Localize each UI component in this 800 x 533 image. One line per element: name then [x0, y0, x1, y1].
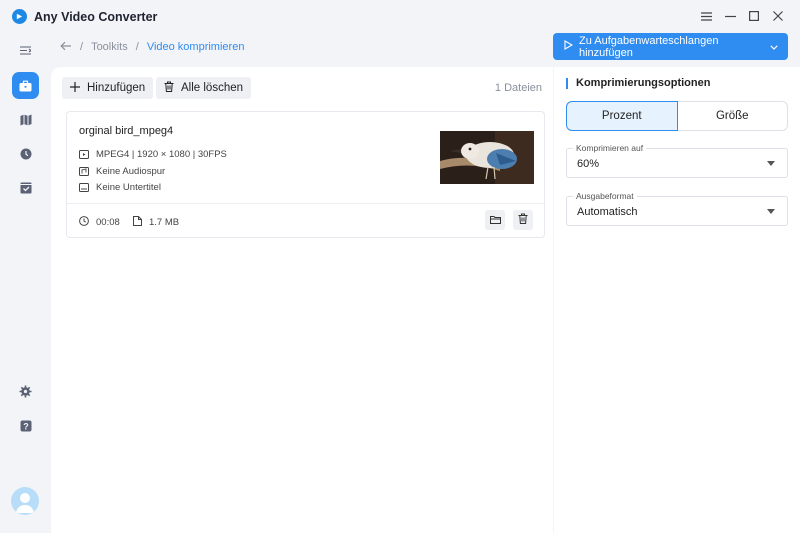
subtitle-info-text: Keine Untertitel	[96, 182, 161, 193]
app-title: Any Video Converter	[34, 10, 158, 24]
dropdown-caret-icon	[767, 161, 775, 166]
window-controls	[698, 8, 786, 24]
audio-icon	[79, 167, 89, 177]
subtitle-info: Keine Untertitel	[79, 182, 161, 193]
duration: 00:08	[79, 216, 120, 229]
file-count: 1 Dateien	[494, 82, 542, 94]
collapse-sidebar-icon[interactable]	[12, 37, 39, 64]
video-info: MPEG4 | 1920 × 1080 | 30FPS	[79, 149, 227, 160]
output-format-value: Automatisch	[577, 206, 638, 218]
add-files-button[interactable]: Hinzufügen	[62, 77, 154, 99]
dropdown-caret-icon	[767, 209, 775, 214]
duration-text: 00:08	[96, 217, 120, 228]
file-size-text: 1.7 MB	[149, 217, 180, 228]
minimize-icon[interactable]	[722, 8, 738, 24]
audio-info-text: Keine Audiospur	[96, 166, 166, 177]
back-arrow-icon[interactable]	[60, 41, 72, 54]
clear-all-button[interactable]: Alle löschen	[156, 77, 252, 99]
breadcrumb-current: Video komprimieren	[146, 41, 245, 53]
file-size: 1.7 MB	[133, 216, 179, 229]
add-to-queue-button[interactable]: Zu Aufgabenwarteschlangen hinzufügen	[553, 33, 788, 60]
open-folder-button[interactable]	[485, 210, 505, 230]
file-card: orginal bird_mpeg4 MPEG4 | 1920 × 1080 |…	[66, 111, 545, 238]
output-format-label: Ausgabeformat	[573, 191, 637, 201]
breadcrumb-toolkits[interactable]: Toolkits	[91, 41, 128, 53]
title-bar: Any Video Converter	[0, 0, 800, 34]
main-panel: Hinzufügen Alle löschen 1 Dateien orgina…	[51, 67, 553, 533]
compress-to-label: Komprimieren auf	[573, 143, 647, 153]
compress-to-value: 60%	[577, 158, 600, 170]
trash-icon	[164, 81, 174, 95]
maximize-icon[interactable]	[746, 8, 762, 24]
output-format-select[interactable]: Ausgabeformat Automatisch	[566, 191, 788, 226]
breadcrumb: / Toolkits / Video komprimieren	[60, 40, 244, 54]
breadcrumb-separator: /	[135, 41, 139, 53]
help-icon[interactable]: ?	[12, 412, 39, 439]
settings-gear-icon[interactable]	[12, 378, 39, 405]
video-icon	[79, 150, 89, 160]
user-avatar[interactable]	[11, 487, 39, 515]
video-thumbnail[interactable]	[440, 131, 534, 184]
trash-icon	[518, 213, 528, 227]
task-list-icon[interactable]	[12, 174, 39, 201]
map-icon[interactable]	[12, 106, 39, 133]
clear-all-label: Alle löschen	[181, 82, 244, 94]
clock-icon	[79, 216, 89, 229]
compress-to-select[interactable]: Komprimieren auf 60%	[566, 143, 788, 178]
add-files-label: Hinzufügen	[87, 82, 146, 94]
options-title: Komprimierungsoptionen	[566, 78, 710, 89]
breadcrumb-separator: /	[80, 41, 84, 53]
close-icon[interactable]	[770, 8, 786, 24]
compression-mode-toggle: Prozent Größe	[566, 101, 788, 131]
add-to-queue-label: Zu Aufgabenwarteschlangen hinzufügen	[579, 34, 719, 59]
sidebar: ?	[0, 34, 51, 533]
mode-percent-option[interactable]: Prozent	[566, 101, 678, 131]
video-info-text: MPEG4 | 1920 × 1080 | 30FPS	[96, 149, 227, 160]
audio-info: Keine Audiospur	[79, 166, 165, 177]
card-divider	[67, 203, 544, 204]
menu-icon[interactable]	[698, 8, 714, 24]
history-icon[interactable]	[12, 140, 39, 167]
options-panel: Komprimierungsoptionen Prozent Größe Kom…	[554, 67, 800, 533]
folder-icon	[489, 213, 501, 227]
delete-file-button[interactable]	[513, 210, 533, 230]
file-icon	[133, 216, 142, 229]
play-outline-icon	[564, 40, 574, 53]
svg-text:?: ?	[23, 421, 29, 431]
plus-icon	[70, 81, 80, 95]
app-logo-icon	[12, 9, 27, 24]
chevron-down-icon[interactable]	[770, 41, 778, 53]
file-name: orginal bird_mpeg4	[79, 125, 174, 137]
subtitle-icon	[79, 183, 89, 193]
mode-size-option[interactable]: Größe	[677, 101, 788, 131]
toolkit-icon[interactable]	[12, 72, 39, 99]
